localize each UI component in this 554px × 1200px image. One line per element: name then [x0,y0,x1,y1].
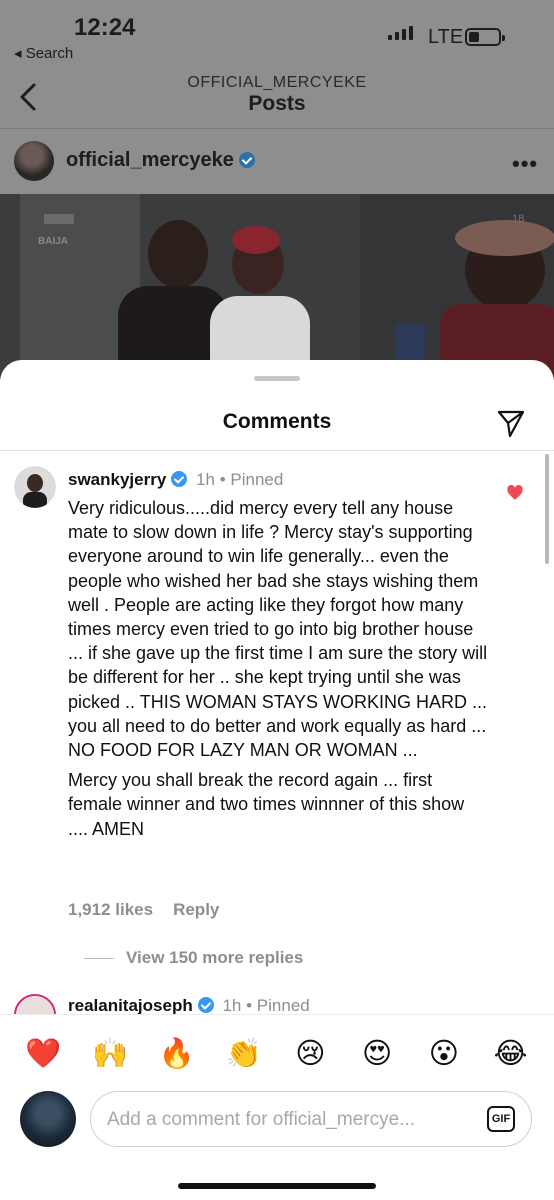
commenter-username[interactable]: realanitajoseph [68,996,193,1015]
meta-separator: • [219,470,231,489]
likes-count[interactable]: 1,912 likes [68,900,153,919]
like-heart-icon[interactable] [506,484,524,502]
comment-body: Very ridiculous.....did mercy every tell… [68,496,488,841]
network-label: LTE [428,26,464,48]
commenter-username[interactable]: swankyjerry [68,470,166,489]
svg-text:BAIJA: BAIJA [38,236,68,247]
comment-input-placeholder[interactable]: Add a comment for official_mercye... [107,1109,415,1131]
view-replies-button[interactable]: View 150 more replies [84,948,303,968]
post-author-name[interactable]: official_mercyeke [66,149,234,171]
back-to-app-link[interactable]: ◂ Search [14,44,73,62]
emoji-heart-button[interactable]: ❤️ [21,1033,65,1073]
view-replies-label[interactable]: View 150 more replies [126,948,303,968]
comment-composer: ❤️ 🙌 🔥 👏 😢 😍 😮 😂 Add a comment for offic… [0,1014,554,1200]
signal-icon [388,26,413,40]
post-author-avatar[interactable] [14,141,54,181]
background-post-view: 12:24 ◂ Search LTE OFFICIAL_MERCYEKE Pos… [0,0,554,380]
comment-actions: 1,912 likes Reply [68,900,219,920]
verified-badge-icon [238,152,255,168]
page-title: Posts [248,92,306,115]
commenter-avatar[interactable] [14,466,56,508]
home-indicator[interactable] [178,1183,376,1189]
emoji-crying-button[interactable]: 😢 [288,1033,332,1073]
nav-subtitle: OFFICIAL_MERCYEKE [187,74,367,91]
comment-time: 1h [222,996,242,1015]
post-author-username[interactable]: official_mercyeke [66,149,255,172]
status-bar: 12:24 ◂ Search LTE [0,0,554,70]
post-image[interactable]: BAIJA 18 [0,194,554,380]
sheet-divider [0,450,554,451]
emoji-heart-eyes-button[interactable]: 😍 [355,1033,399,1073]
watermark-text: 18 [512,213,524,225]
post-header: official_mercyeke ••• [0,128,554,194]
comment-input[interactable]: Add a comment for official_mercye... GIF [90,1091,532,1147]
emoji-raised-hands-button[interactable]: 🙌 [88,1033,132,1073]
meta-separator: • [246,996,257,1015]
post-image-scene: BAIJA 18 [0,194,554,380]
pinned-label: Pinned [256,996,310,1015]
comment-meta: swankyjerry 1h • Pinned [68,470,283,490]
my-avatar [20,1091,76,1147]
comment-meta: realanitajoseph 1h • Pinned [68,996,310,1016]
comment-time: 1h [196,470,215,489]
emoji-reaction-bar: ❤️ 🙌 🔥 👏 😢 😍 😮 😂 [0,1033,554,1073]
scrollbar[interactable] [545,454,549,564]
battery-icon [465,28,505,46]
more-options-icon[interactable]: ••• [512,151,538,177]
status-time: 12:24 [74,14,136,41]
emoji-laughing-button[interactable]: 😂 [489,1033,533,1073]
verified-badge-icon [171,471,188,487]
commenter-avatar-image [14,466,56,508]
comment-paragraph: Very ridiculous.....did mercy every tell… [68,498,488,761]
reply-button[interactable]: Reply [173,900,219,919]
share-send-icon[interactable] [496,408,526,438]
gif-button[interactable]: GIF [487,1106,515,1132]
pinned-label: Pinned [230,470,284,489]
replies-line [84,957,114,959]
sheet-drag-handle[interactable] [254,376,300,381]
comment-paragraph: Mercy you shall break the record again .… [68,770,465,839]
top-nav: OFFICIAL_MERCYEKE Posts [0,70,554,128]
emoji-fire-button[interactable]: 🔥 [155,1033,199,1073]
sheet-title: Comments [222,410,332,433]
emoji-surprised-button[interactable]: 😮 [422,1033,466,1073]
verified-badge-icon [197,997,214,1013]
emoji-clap-button[interactable]: 👏 [222,1033,266,1073]
